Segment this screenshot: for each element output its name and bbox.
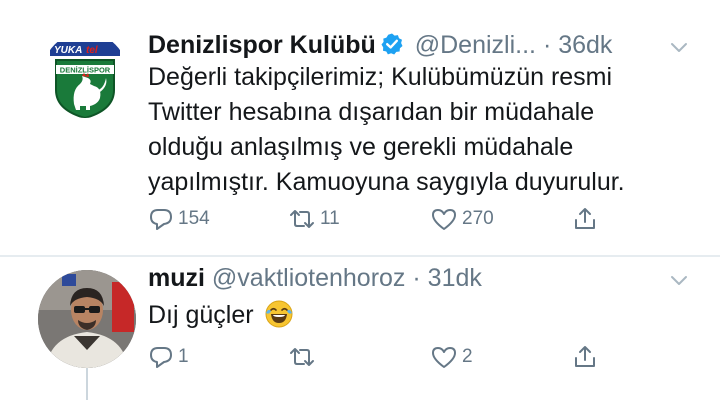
tweet-text-body: Dıj güçler [148,301,254,329]
like-count: 2 [462,346,473,367]
laughing-emoji-icon [265,300,293,338]
retweet-icon [290,210,314,228]
author-name[interactable]: Denizlispor Kulübü [148,31,376,59]
like-button[interactable]: 270 [430,204,494,234]
retweet-button[interactable]: 11 [288,204,340,234]
retweet-button[interactable] [288,342,320,372]
reply-button[interactable]: 154 [148,204,210,234]
reply-button[interactable]: 1 [148,342,189,372]
tweet-text: Dıj güçler [148,298,708,338]
tweet-text-line: yapılmıştır. Kamuoyuna saygıyla duyurulu… [148,168,625,196]
reply-icon [150,347,172,368]
share-button[interactable] [572,342,598,372]
reply-icon [150,209,172,230]
share-icon [575,208,595,229]
share-icon [575,346,595,367]
tweet-text-line: olduğu anlaşılmış ve gerekli müdahale [148,133,574,161]
user-photo [38,270,136,368]
retweet-icon [290,348,314,366]
chevron-down-icon[interactable] [668,269,690,296]
thread-line [86,368,88,400]
tweet-timestamp[interactable]: 36dk [558,31,612,59]
share-button[interactable] [572,204,598,234]
tweet-text: Değerli takipçilerimiz; Kulübümüzün resm… [148,60,708,200]
avatar-denizlispor[interactable]: YUKA tel DENİZLİSPOR [42,32,128,118]
svg-text:DENİZLİSPOR: DENİZLİSPOR [60,66,111,75]
club-logo-icon: YUKA tel DENİZLİSPOR [42,32,128,118]
reply-count: 154 [178,208,210,229]
tweet-text-line: Twitter hesabına dışarıdan bir müdahale [148,98,595,126]
tweet-timestamp[interactable]: 31dk [428,264,482,292]
like-icon [432,209,456,230]
like-count: 270 [462,208,494,229]
svg-text:YUKA: YUKA [54,45,82,56]
svg-text:tel: tel [86,45,98,56]
separator-dot: · [412,264,421,292]
like-icon [432,347,456,368]
like-button[interactable]: 2 [430,342,473,372]
author-name[interactable]: muzi [148,264,205,292]
tweet-text-line: Değerli takipçilerimiz; Kulübümüzün resm… [148,63,613,91]
avatar-muzi[interactable] [38,270,136,368]
tweet-denizlispor[interactable]: YUKA tel DENİZLİSPOR Denizlispor Kulübü … [0,0,720,256]
verified-badge-icon [380,32,404,63]
tweet-header: Denizlispor Kulübü @Denizli... · 36dk [148,30,612,63]
tweet-header: muzi @vaktliotenhoroz · 31dk [148,263,482,293]
reply-count: 1 [178,346,189,367]
retweet-count: 11 [320,208,340,229]
author-handle[interactable]: @Denizli... [415,31,536,59]
separator-dot: · [542,31,552,59]
chevron-down-icon[interactable] [668,36,690,63]
author-handle[interactable]: @vaktliotenhoroz [212,264,406,292]
